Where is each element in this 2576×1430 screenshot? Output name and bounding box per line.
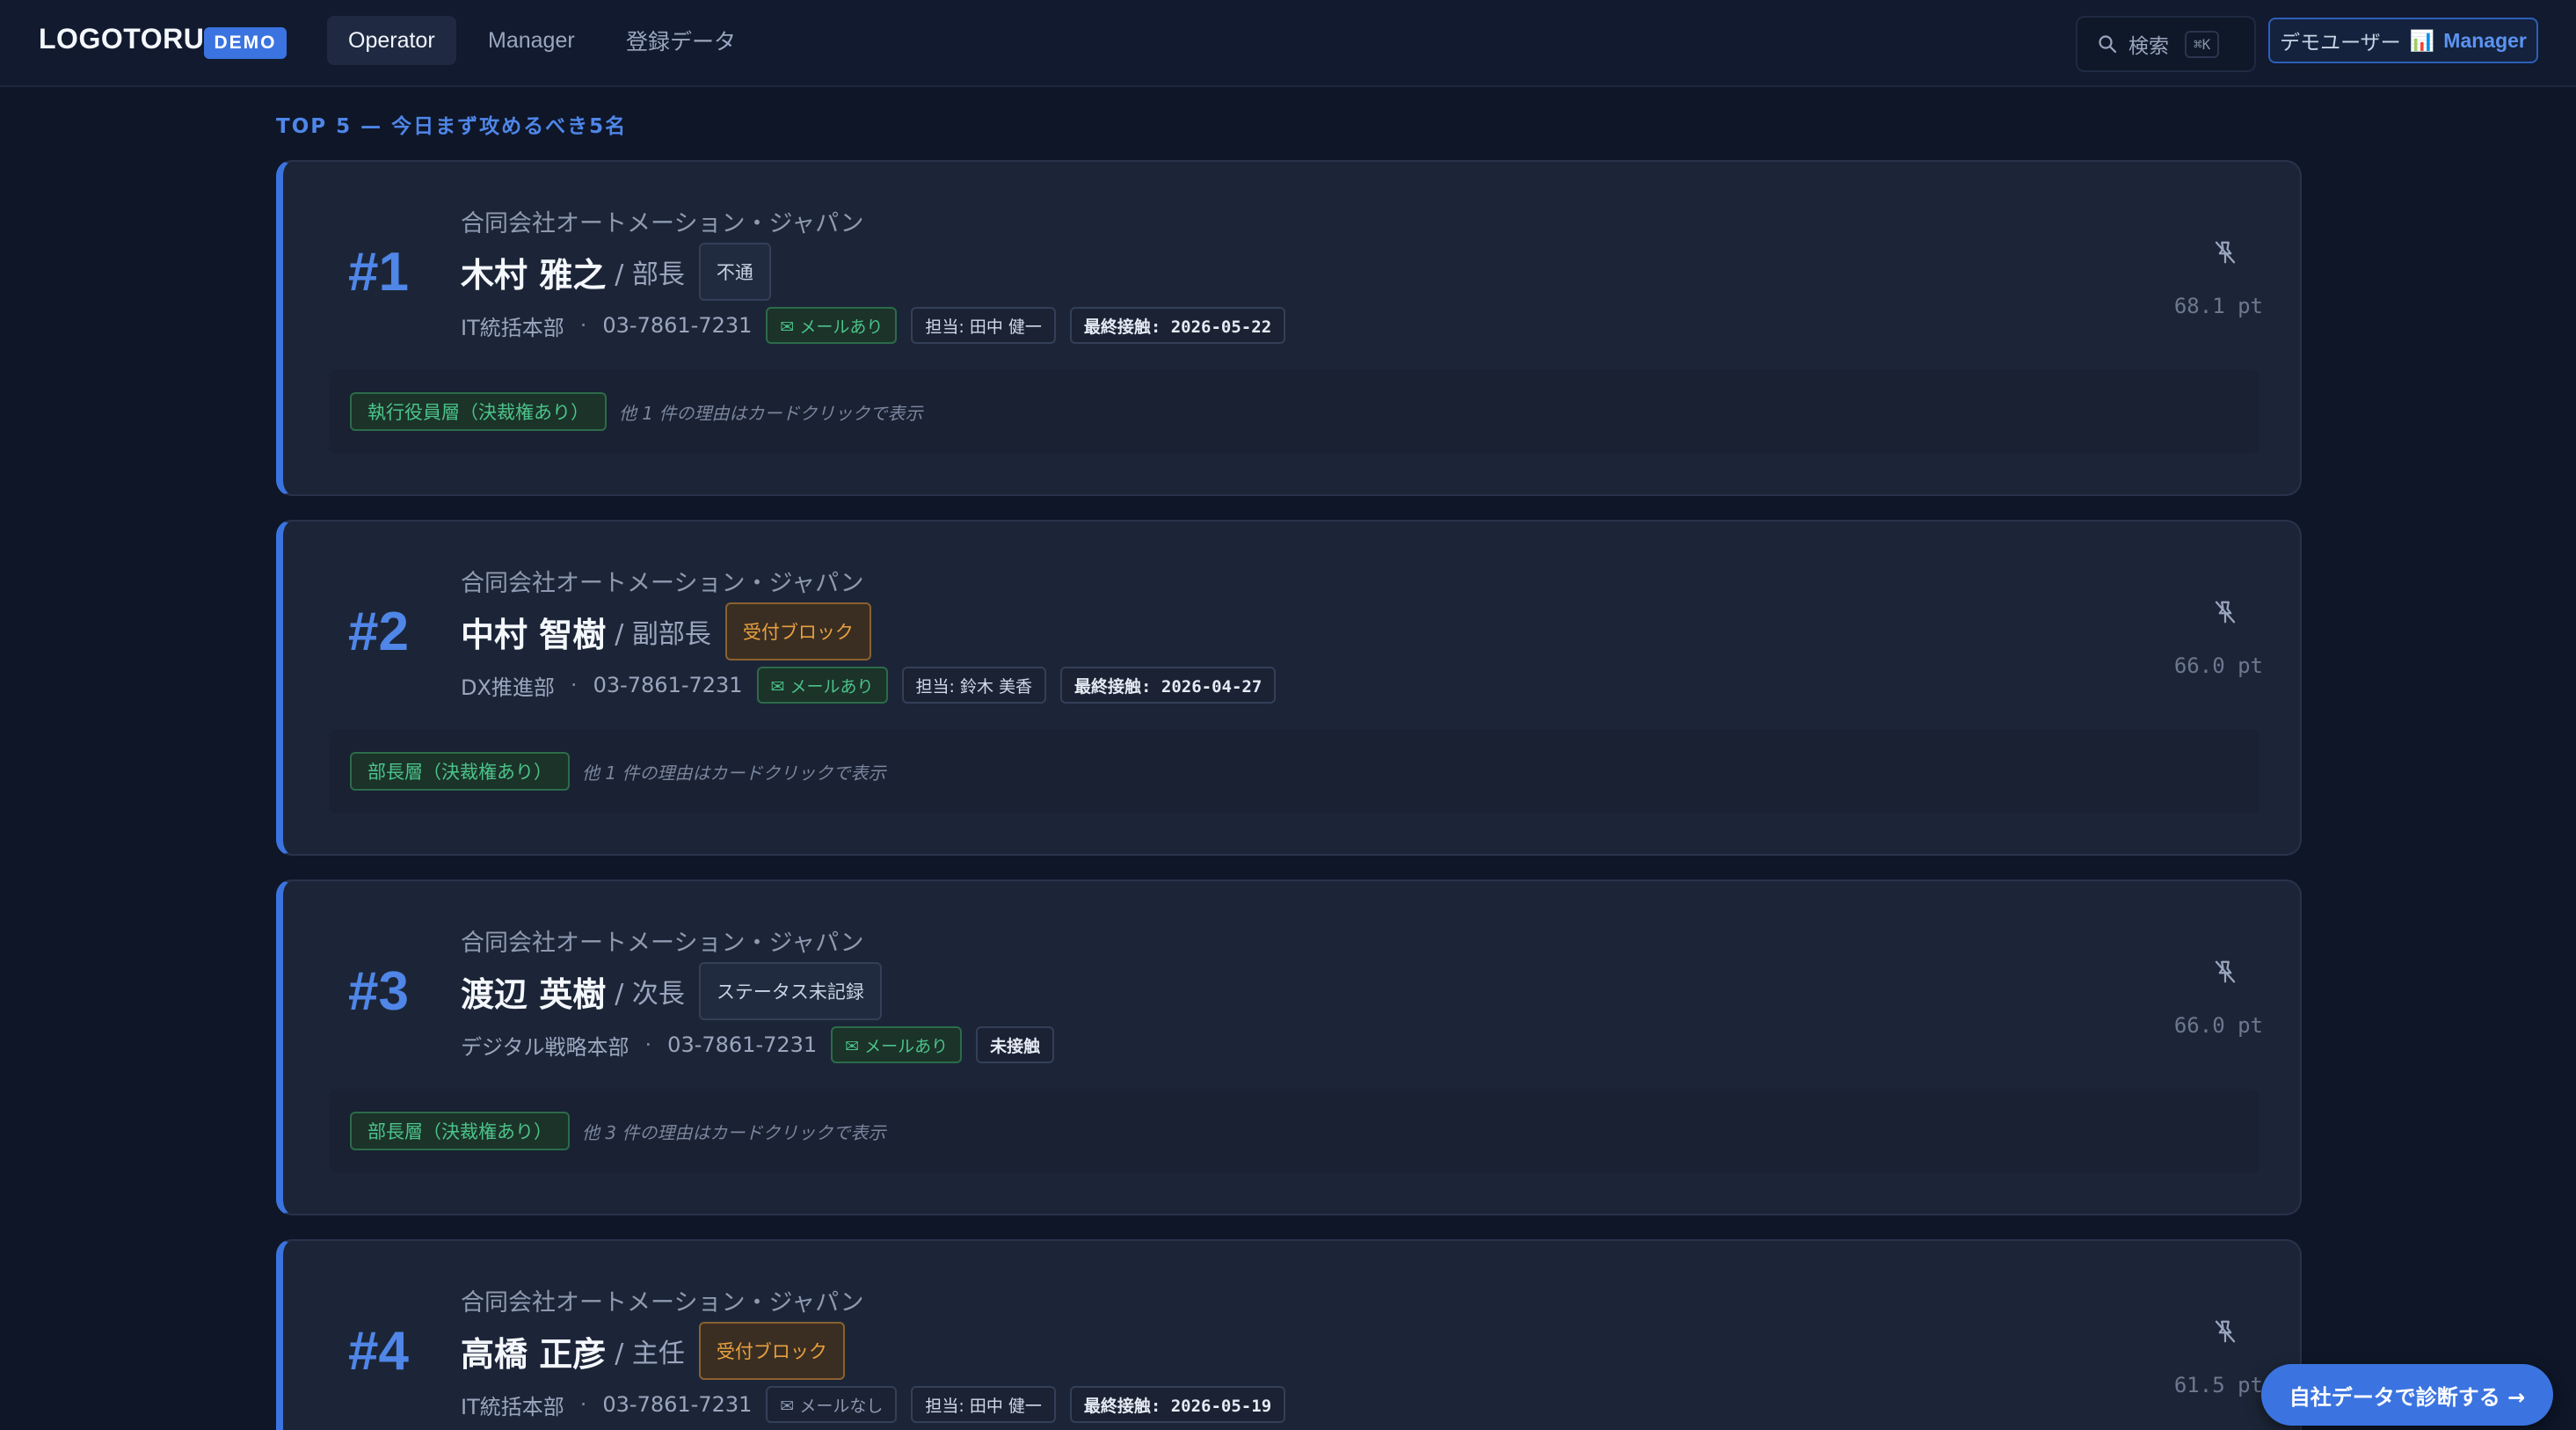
reason-tag: 部長層（決裁権あり） xyxy=(350,752,570,791)
unpin-icon[interactable] xyxy=(2212,239,2238,266)
rank-number: #2 xyxy=(348,602,409,662)
reason-panel: 部長層（決裁権あり） 他 1 件の理由はカードクリックで表示 xyxy=(329,729,2259,813)
rank-number: #3 xyxy=(348,961,409,1022)
last-contact-badge: 未接触 xyxy=(976,1026,1055,1063)
diagnose-cta-button[interactable]: 自社データで診断する → xyxy=(2261,1364,2553,1426)
mail-badge: ✉ メールあり xyxy=(766,307,898,344)
department: IT統括本部 xyxy=(461,1394,564,1419)
company-name: 合同会社オートメーション・ジャパン xyxy=(461,570,864,597)
demo-badge: DEMO xyxy=(204,27,287,59)
status-badge: ステータス未記録 xyxy=(698,962,882,1020)
reason-tag: 部長層（決裁権あり） xyxy=(350,1112,570,1150)
tab-manager[interactable]: Manager xyxy=(467,16,596,65)
mail-badge: ✉ メールあり xyxy=(756,667,888,704)
status-badge: 受付ブロック xyxy=(724,602,871,660)
status-badge: 不通 xyxy=(698,243,771,301)
last-contact-badge: 最終接触: 2026-05-22 xyxy=(1069,307,1286,344)
department: DX推進部 xyxy=(461,675,555,700)
separator-dot: · xyxy=(644,1032,652,1057)
app-logo[interactable]: LOGOTORU xyxy=(39,23,204,55)
phone-number: 03-7861-7231 xyxy=(602,313,753,338)
rank-number: #4 xyxy=(348,1321,409,1382)
reason-note: 他 1 件の理由はカードクリックで表示 xyxy=(582,762,886,784)
search-button[interactable]: 検索 ⌘K xyxy=(2076,16,2256,72)
score-value: 66.0 pt xyxy=(2173,1013,2263,1038)
reason-tag: 執行役員層（決裁権あり） xyxy=(350,392,607,431)
reason-note: 他 3 件の理由はカードクリックで表示 xyxy=(582,1121,886,1143)
score-value: 68.1 pt xyxy=(2173,294,2263,318)
rank-number: #1 xyxy=(348,242,409,303)
tab-registered-data[interactable]: 登録データ xyxy=(605,16,757,65)
search-icon xyxy=(2099,35,2117,54)
candidate-card[interactable]: #1 合同会社オートメーション・ジャパン 木村 雅之 / 部長 不通 IT統括本… xyxy=(276,160,2302,496)
search-label: 検索 xyxy=(2128,35,2169,58)
mail-badge: ✉ メールなし xyxy=(766,1386,898,1423)
mail-badge: ✉ メールあり xyxy=(831,1026,963,1063)
person-name: 中村 智樹 xyxy=(461,615,607,654)
person-title: / 主任 xyxy=(615,1339,685,1369)
phone-number: 03-7861-7231 xyxy=(667,1032,818,1057)
tab-operator[interactable]: Operator xyxy=(327,16,456,65)
last-contact-badge: 最終接触: 2026-05-19 xyxy=(1069,1386,1286,1423)
user-role: Manager xyxy=(2443,28,2527,52)
person-title: / 次長 xyxy=(615,979,685,1010)
owner-badge: 担当: 鈴木 美香 xyxy=(901,667,1047,704)
chart-icon: 📊 xyxy=(2409,29,2435,53)
search-shortcut: ⌘K xyxy=(2185,30,2220,58)
score-value: 66.0 pt xyxy=(2173,653,2263,678)
unpin-icon[interactable] xyxy=(2212,599,2238,625)
separator-dot: · xyxy=(570,673,578,697)
score-value: 61.5 pt xyxy=(2173,1373,2263,1397)
unpin-icon[interactable] xyxy=(2212,959,2238,985)
top-header: LOGOTORU DEMO Operator Manager 登録データ 検索 … xyxy=(0,0,2576,87)
separator-dot: · xyxy=(579,1392,587,1417)
phone-number: 03-7861-7231 xyxy=(593,673,743,697)
separator-dot: · xyxy=(579,313,587,338)
company-name: 合同会社オートメーション・ジャパン xyxy=(461,210,864,237)
user-name: デモユーザー xyxy=(2280,32,2401,55)
reason-note: 他 1 件の理由はカードクリックで表示 xyxy=(619,402,923,424)
owner-badge: 担当: 田中 健一 xyxy=(911,307,1056,344)
candidate-card[interactable]: #2 合同会社オートメーション・ジャパン 中村 智樹 / 副部長 受付ブロック … xyxy=(276,520,2302,856)
reason-panel: 部長層（決裁権あり） 他 3 件の理由はカードクリックで表示 xyxy=(329,1089,2259,1173)
company-name: 合同会社オートメーション・ジャパン xyxy=(461,1289,864,1317)
person-name: 木村 雅之 xyxy=(461,255,607,295)
person-title: / 副部長 xyxy=(615,619,711,650)
person-name: 高橋 正彦 xyxy=(461,1334,607,1374)
section-title: TOP 5 — 今日まず攻めるべき5名 xyxy=(276,115,628,138)
phone-number: 03-7861-7231 xyxy=(602,1392,753,1417)
last-contact-badge: 最終接触: 2026-04-27 xyxy=(1060,667,1277,704)
department: デジタル戦略本部 xyxy=(461,1034,629,1060)
candidate-card[interactable]: #3 合同会社オートメーション・ジャパン 渡辺 英樹 / 次長 ステータス未記録… xyxy=(276,879,2302,1215)
user-menu-button[interactable]: デモユーザー 📊 Manager xyxy=(2268,18,2538,63)
candidate-card[interactable]: #4 合同会社オートメーション・ジャパン 高橋 正彦 / 主任 受付ブロック I… xyxy=(276,1239,2302,1430)
status-badge: 受付ブロック xyxy=(698,1322,845,1380)
person-name: 渡辺 英樹 xyxy=(461,974,607,1014)
reason-panel: 執行役員層（決裁権あり） 他 1 件の理由はカードクリックで表示 xyxy=(329,369,2259,454)
owner-badge: 担当: 田中 健一 xyxy=(911,1386,1056,1423)
department: IT統括本部 xyxy=(461,315,564,340)
company-name: 合同会社オートメーション・ジャパン xyxy=(461,930,864,957)
person-title: / 部長 xyxy=(615,259,685,290)
unpin-icon[interactable] xyxy=(2212,1318,2238,1345)
